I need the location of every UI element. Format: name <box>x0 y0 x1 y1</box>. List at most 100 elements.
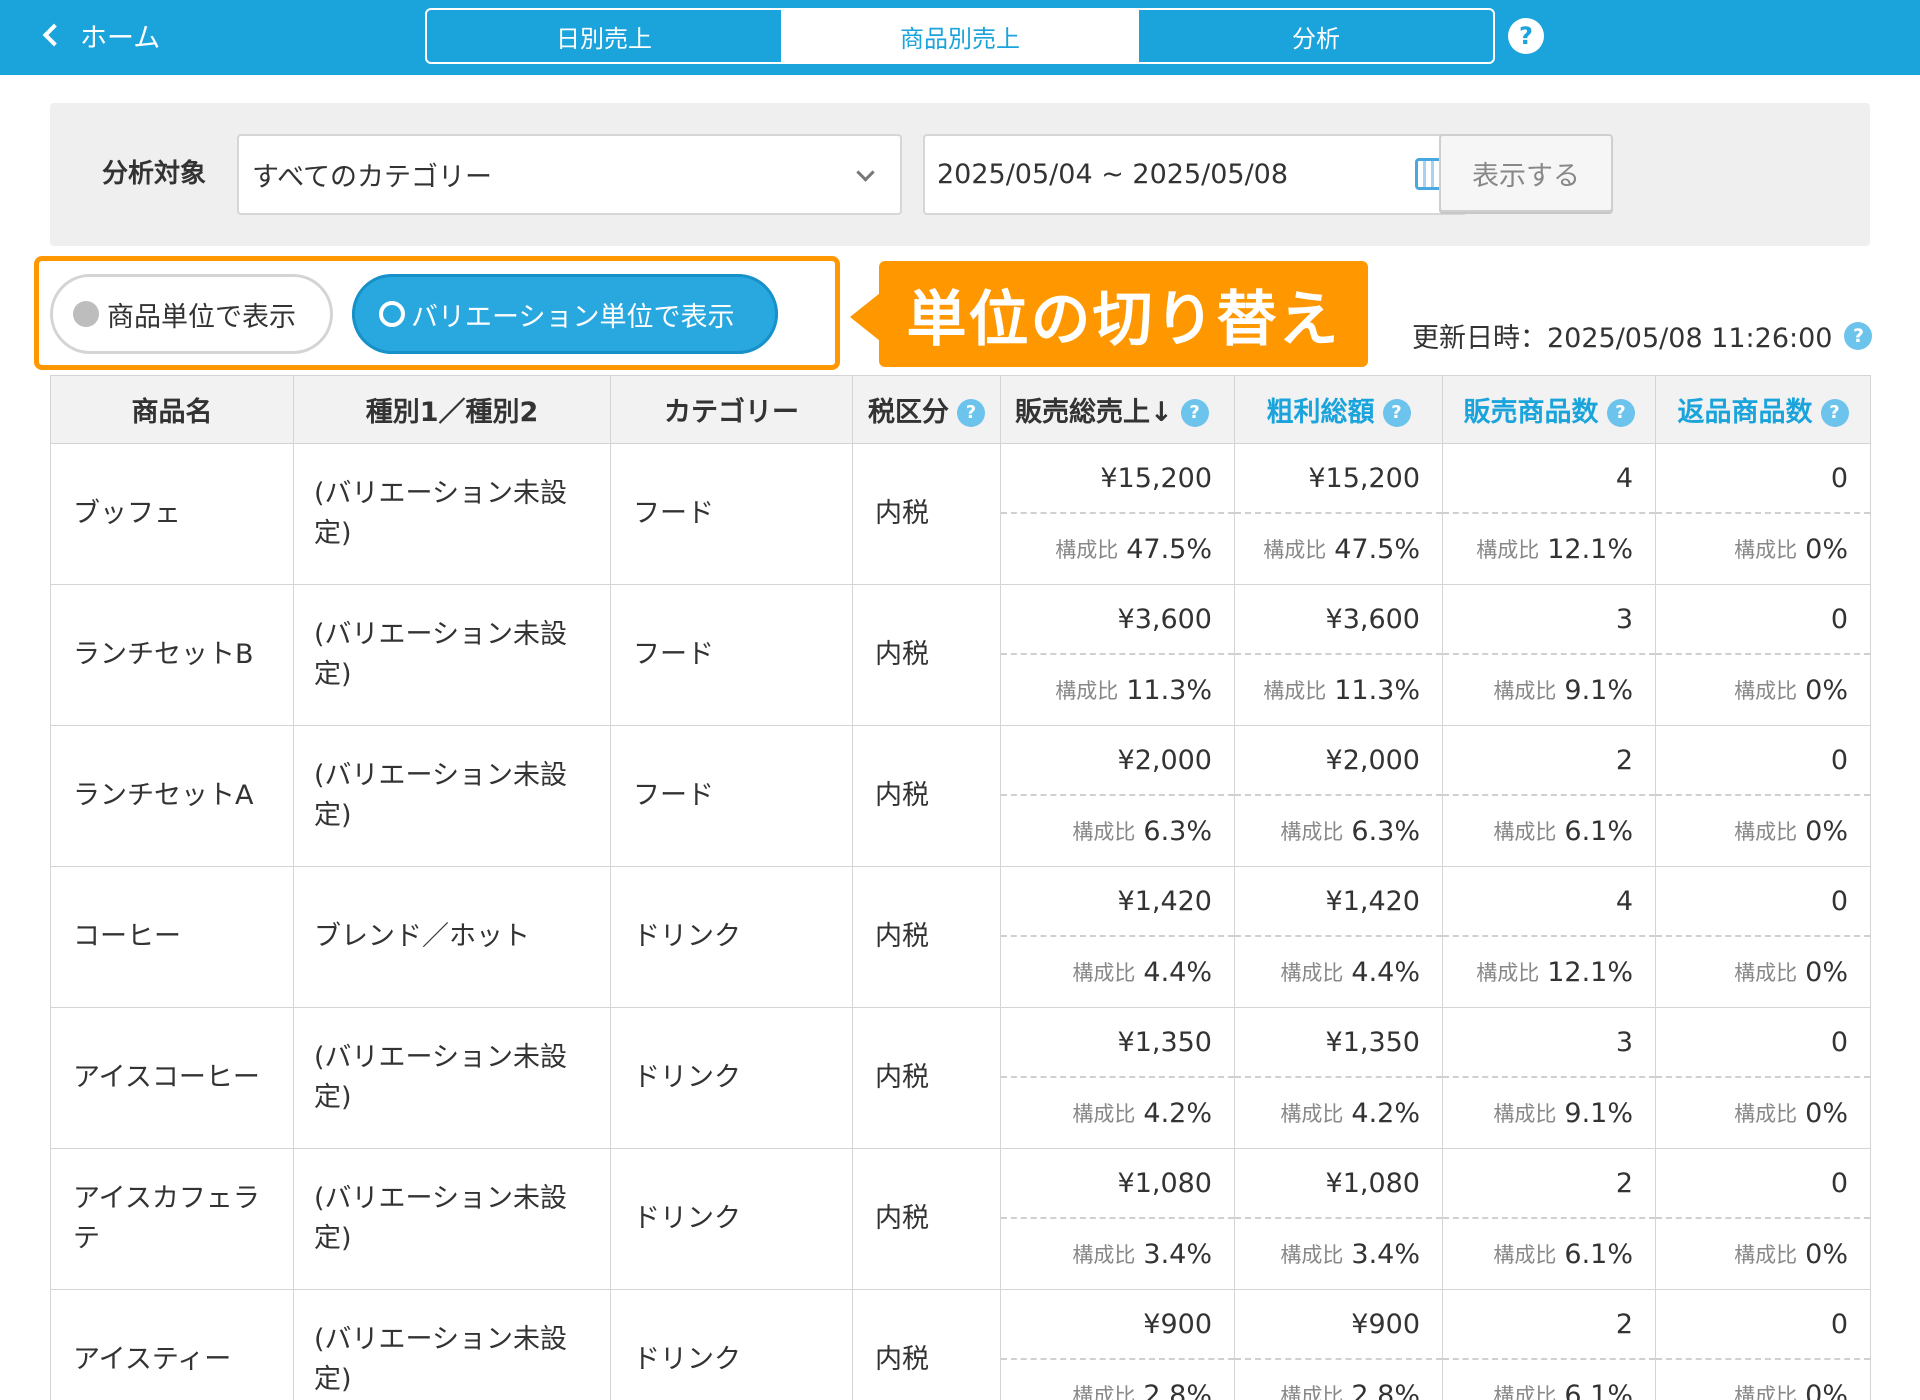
toggle-item-unit[interactable]: 商品単位で表示 <box>50 274 333 354</box>
ratio-label: 構成比 <box>1072 1243 1136 1267</box>
help-icon[interactable]: ? <box>1820 398 1849 427</box>
tab-daily-sales[interactable]: 日別売上 <box>427 10 783 62</box>
help-icon[interactable]: ? <box>957 398 985 427</box>
sales-ratio-value: 4.4% <box>1143 956 1212 988</box>
returns-ratio-value: 0% <box>1805 1238 1848 1270</box>
col-header-returns[interactable]: 返品商品数? <box>1655 375 1871 444</box>
table-row[interactable]: アイスティー (バリエーション未設定) ドリンク 内税 ¥900 構成比 2.8%… <box>50 1289 1871 1400</box>
back-home-link[interactable]: ホーム <box>40 14 160 56</box>
table-row[interactable]: ブッフェ (バリエーション未設定) フード 内税 ¥15,200 構成比 47.5… <box>50 443 1871 585</box>
cell-profit: ¥1,350 構成比 4.2% <box>1234 1007 1443 1149</box>
table-row[interactable]: ランチセットB (バリエーション未設定) フード 内税 ¥3,600 構成比 11… <box>50 584 1871 726</box>
sales-value: ¥1,350 <box>1001 1008 1234 1078</box>
cell-name: ランチセットA <box>50 725 294 867</box>
help-icon[interactable]: ? <box>1508 18 1544 54</box>
col-header-profit[interactable]: 粗利総額? <box>1234 375 1443 444</box>
qty-ratio-value: 9.1% <box>1564 674 1633 706</box>
help-icon[interactable]: ? <box>1180 398 1209 427</box>
ratio-label: 構成比 <box>1493 1384 1557 1400</box>
help-icon[interactable]: ? <box>1606 398 1635 427</box>
qty-value: 2 <box>1443 1290 1655 1360</box>
qty-ratio: 構成比 9.1% <box>1443 1078 1655 1148</box>
sales-value: ¥2,000 <box>1001 726 1234 796</box>
profit-ratio: 構成比 2.8% <box>1235 1360 1442 1400</box>
cell-category: ドリンク <box>610 1007 853 1149</box>
ratio-label: 構成比 <box>1055 538 1119 562</box>
cell-profit: ¥1,420 構成比 4.4% <box>1234 866 1443 1008</box>
chevron-left-icon <box>42 23 66 47</box>
cell-qty: 3 構成比 9.1% <box>1442 584 1656 726</box>
table-row[interactable]: ランチセットA (バリエーション未設定) フード 内税 ¥2,000 構成比 6.… <box>50 725 1871 867</box>
ratio-label: 構成比 <box>1072 820 1136 844</box>
help-icon[interactable]: ? <box>1844 321 1873 350</box>
returns-value: 0 <box>1656 726 1870 796</box>
cell-variation: (バリエーション未設定) <box>293 725 611 867</box>
col-header-name: 商品名 <box>50 375 294 444</box>
col-header-qty[interactable]: 販売商品数? <box>1442 375 1656 444</box>
col-header-qty-label: 販売商品数 <box>1463 397 1599 428</box>
cell-tax: 内税 <box>852 1289 1001 1400</box>
returns-ratio: 構成比 0% <box>1656 1219 1870 1289</box>
table-row[interactable]: アイスカフェラテ (バリエーション未設定) ドリンク 内税 ¥1,080 構成比… <box>50 1148 1871 1290</box>
table-row[interactable]: アイスコーヒー (バリエーション未設定) ドリンク 内税 ¥1,350 構成比 4… <box>50 1007 1871 1149</box>
returns-value: 0 <box>1656 1008 1870 1078</box>
sales-ratio: 構成比 2.8% <box>1001 1360 1234 1400</box>
qty-ratio-value: 6.1% <box>1564 1379 1633 1400</box>
returns-value: 0 <box>1656 1290 1870 1360</box>
col-header-sales-label: 販売総売上↓ <box>1015 397 1173 428</box>
profit-ratio: 構成比 11.3% <box>1235 655 1442 725</box>
sales-ratio-value: 2.8% <box>1143 1379 1212 1400</box>
table-header-row: 商品名 種別1／種別2 カテゴリー 税区分? 販売総売上↓? 粗利総額? 販売商… <box>50 375 1871 444</box>
qty-ratio: 構成比 6.1% <box>1443 1360 1655 1400</box>
cell-category: フード <box>610 584 853 726</box>
cell-category: ドリンク <box>610 866 853 1008</box>
cell-category: ドリンク <box>610 1148 853 1290</box>
sales-value: ¥1,080 <box>1001 1149 1234 1219</box>
toggle-variation-unit[interactable]: バリエーション単位で表示 <box>352 274 778 354</box>
qty-ratio-value: 12.1% <box>1547 956 1633 988</box>
returns-ratio: 構成比 0% <box>1656 1078 1870 1148</box>
cell-qty: 4 構成比 12.1% <box>1442 443 1656 585</box>
sales-value: ¥3,600 <box>1001 585 1234 655</box>
profit-ratio: 構成比 3.4% <box>1235 1219 1442 1289</box>
returns-value: 0 <box>1656 867 1870 937</box>
cell-qty: 2 構成比 6.1% <box>1442 725 1656 867</box>
returns-ratio-value: 0% <box>1805 1379 1848 1400</box>
tab-item-sales[interactable]: 商品別売上 <box>783 10 1139 62</box>
cell-category: フード <box>610 725 853 867</box>
sales-value: ¥900 <box>1001 1290 1234 1360</box>
tab-analysis[interactable]: 分析 <box>1139 10 1493 62</box>
qty-ratio-value: 12.1% <box>1547 533 1633 565</box>
sales-ratio-value: 11.3% <box>1126 674 1212 706</box>
help-icon[interactable]: ? <box>1382 398 1411 427</box>
callout-pointer <box>850 293 880 341</box>
col-header-sales[interactable]: 販売総売上↓? <box>1000 375 1235 444</box>
toggle-item-unit-label: 商品単位で表示 <box>107 301 296 333</box>
category-select[interactable]: すべてのカテゴリー <box>237 134 902 215</box>
cell-variation: (バリエーション未設定) <box>293 584 611 726</box>
sales-ratio-value: 47.5% <box>1126 533 1212 565</box>
sales-value: ¥1,420 <box>1001 867 1234 937</box>
cell-profit: ¥15,200 構成比 47.5% <box>1234 443 1443 585</box>
ratio-label: 構成比 <box>1734 1243 1798 1267</box>
ratio-label: 構成比 <box>1493 1243 1557 1267</box>
cell-tax: 内税 <box>852 725 1001 867</box>
sales-ratio-value: 4.2% <box>1143 1097 1212 1129</box>
cell-returns: 0 構成比 0% <box>1655 866 1871 1008</box>
cell-profit: ¥3,600 構成比 11.3% <box>1234 584 1443 726</box>
sales-ratio: 構成比 4.2% <box>1001 1078 1234 1148</box>
cell-tax: 内税 <box>852 443 1001 585</box>
profit-ratio: 構成比 47.5% <box>1235 514 1442 584</box>
returns-value: 0 <box>1656 1149 1870 1219</box>
qty-value: 3 <box>1443 1008 1655 1078</box>
cell-tax: 内税 <box>852 1148 1001 1290</box>
report-tabs: 日別売上 商品別売上 分析 <box>425 8 1495 64</box>
show-button[interactable]: 表示する <box>1439 134 1613 212</box>
cell-qty: 4 構成比 12.1% <box>1442 866 1656 1008</box>
sales-value: ¥15,200 <box>1001 444 1234 514</box>
cell-tax: 内税 <box>852 1007 1001 1149</box>
ratio-label: 構成比 <box>1072 1384 1136 1400</box>
table-row[interactable]: コーヒー ブレンド／ホット ドリンク 内税 ¥1,420 構成比 4.4% ¥1,… <box>50 866 1871 1008</box>
ratio-label: 構成比 <box>1476 961 1540 985</box>
date-range-input[interactable]: 2025/05/04 ~ 2025/05/08 <box>923 134 1467 215</box>
